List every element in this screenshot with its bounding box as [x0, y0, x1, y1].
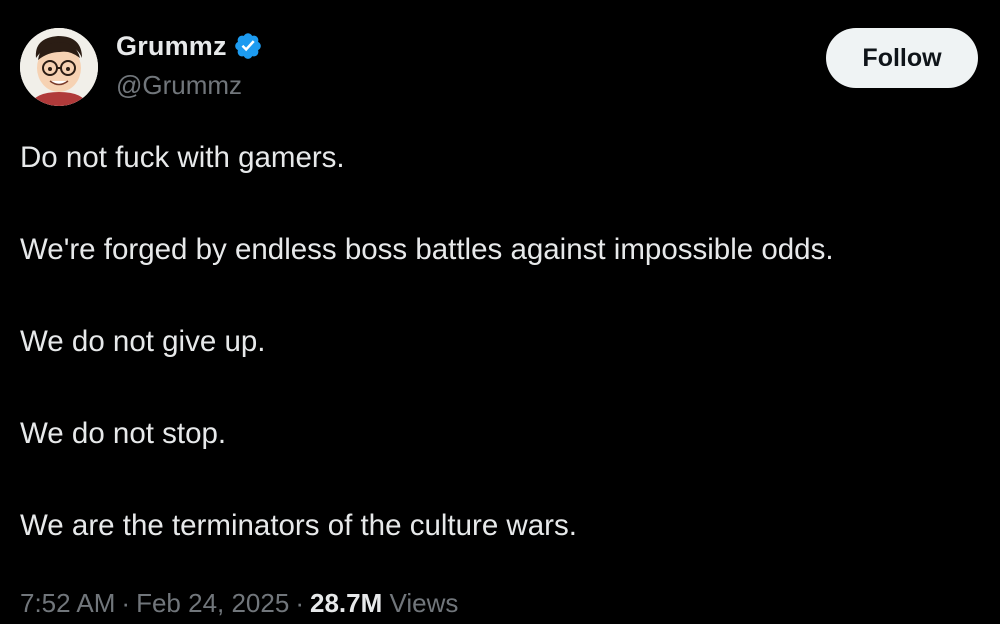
follow-button[interactable]: Follow [826, 28, 978, 88]
author-info: Grummz @Grummz [116, 28, 263, 101]
avatar-illustration [20, 28, 98, 106]
display-name[interactable]: Grummz [116, 31, 227, 62]
views-count: 28.7M [309, 588, 383, 618]
avatar[interactable] [20, 28, 98, 106]
views-label: Views [389, 588, 459, 618]
tweet-line: Do not fuck with gamers. [20, 141, 345, 174]
tweet-text: Do not fuck with gamers. We're forged by… [20, 138, 980, 546]
meta-separator: · [295, 588, 304, 618]
tweet-line: We do not give up. [20, 325, 266, 358]
meta-separator: · [121, 588, 131, 618]
tweet-line: We are the terminators of the culture wa… [20, 509, 577, 542]
tweet-meta: 7:52 AM · Feb 24, 2025 · 28.7M Views [20, 588, 458, 619]
author-handle[interactable]: @Grummz [116, 70, 263, 101]
tweet-date[interactable]: Feb 24, 2025 [136, 588, 289, 618]
tweet-line: We do not stop. [20, 417, 227, 450]
tweet-card: Grummz @Grummz Follow Do not fuck with g… [0, 0, 1000, 624]
tweet-line: We're forged by endless boss battles aga… [20, 233, 834, 266]
tweet-time[interactable]: 7:52 AM [20, 588, 115, 618]
tweet-header: Grummz @Grummz Follow [20, 24, 980, 106]
verified-badge-icon [233, 31, 263, 61]
display-name-row: Grummz [116, 28, 263, 64]
